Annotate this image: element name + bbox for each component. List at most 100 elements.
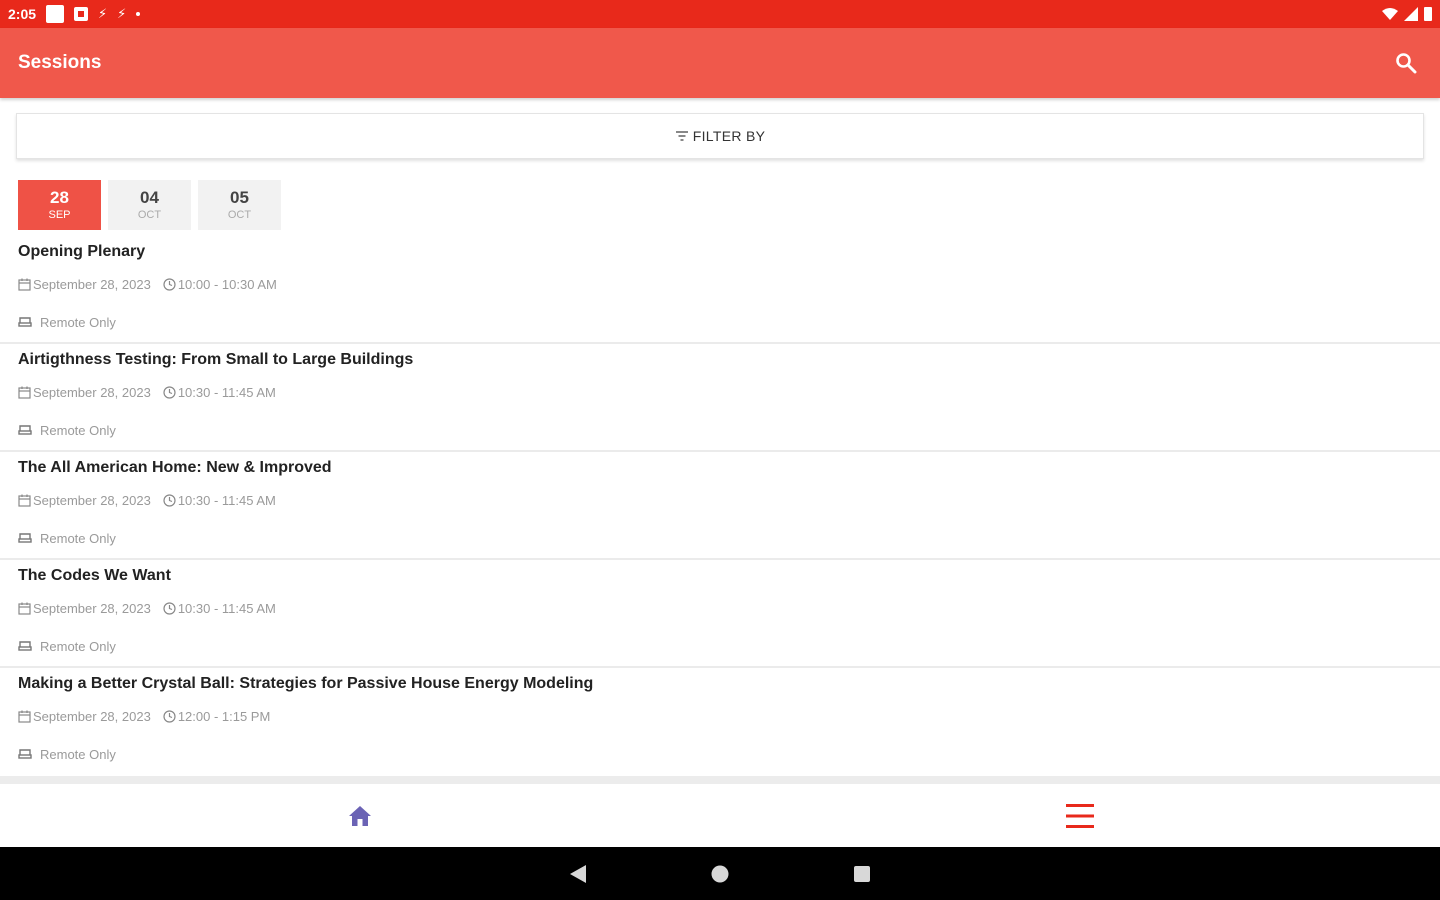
session-time: 10:30 - 11:45 AM [163,601,276,616]
date-tab-month: SEP [48,209,71,221]
session-location: Remote Only [18,421,1422,439]
bottom-navigation [0,784,1440,847]
signal-icon [1404,7,1418,21]
date-tab-oct-05[interactable]: 05 OCT [198,180,281,230]
wifi-icon [1382,8,1398,20]
session-location: Remote Only [18,745,1422,763]
session-title: Opening Plenary [18,243,146,260]
session-location: Remote Only [18,529,1422,547]
calendar-icon [18,386,31,399]
page-title: Sessions [18,52,102,73]
clock-icon [163,709,176,723]
menu-nav-button[interactable] [720,784,1440,847]
date-tab-month: OCT [227,209,252,221]
clock-icon [163,385,176,399]
seat-icon [18,749,32,759]
date-tab-day: 05 [230,188,249,207]
session-location: Remote Only [18,637,1422,655]
session-meta: September 28, 2023 10:30 - 11:45 AM [18,383,1422,401]
search-icon [1396,53,1417,74]
notification-mail-icon [74,7,89,21]
filter-by-button[interactable]: FILTER BY [16,113,1424,159]
session-item[interactable]: Making a Better Crystal Ball: Strategies… [0,668,1440,776]
session-item[interactable]: The Codes We Want September 28, 2023 10:… [0,560,1440,668]
session-date-text: September 28, 2023 [33,384,151,400]
notification-app-icon [46,5,65,23]
filter-icon [675,131,688,141]
session-location-text: Remote Only [40,422,116,438]
back-triangle-icon [570,864,586,883]
list-divider [0,776,1440,784]
back-button[interactable] [569,864,587,884]
session-time: 10:00 - 10:30 AM [163,277,277,292]
calendar-icon [18,602,31,615]
session-date-text: September 28, 2023 [33,708,151,724]
session-time: 10:30 - 11:45 AM [163,385,276,400]
session-date-text: September 28, 2023 [33,276,151,292]
session-item[interactable]: Airtigthness Testing: From Small to Larg… [0,344,1440,452]
session-time-text: 10:00 - 10:30 AM [177,276,277,292]
session-time-text: 10:30 - 11:45 AM [177,384,276,400]
date-tab-day: 04 [140,188,159,207]
date-tab-oct-04[interactable]: 04 OCT [108,180,191,230]
session-date: September 28, 2023 [18,709,151,724]
session-title: The Codes We Want [18,567,171,584]
clock-icon [163,277,176,291]
calendar-icon [18,278,31,291]
seat-icon [18,533,32,543]
session-date: September 28, 2023 [18,385,151,400]
date-tab-sep-28[interactable]: 28 SEP [18,180,101,230]
app-bar: Sessions [0,28,1440,98]
seat-icon [18,317,32,327]
session-meta: September 28, 2023 10:30 - 11:45 AM [18,491,1422,509]
session-date: September 28, 2023 [18,601,151,616]
recents-square-icon [854,865,870,882]
menu-icon [1066,803,1094,828]
date-tabs: 28 SEP 04 OCT 05 OCT [18,180,281,230]
session-title: Airtigthness Testing: From Small to Larg… [18,351,414,368]
home-system-button[interactable] [711,865,729,883]
session-location-text: Remote Only [40,314,116,330]
status-left: 2:05 ⚡ ⚡ [8,5,141,23]
recents-button[interactable] [853,865,871,883]
filter-by-label: FILTER BY [692,128,766,144]
session-date: September 28, 2023 [18,493,151,508]
session-location-text: Remote Only [40,746,116,762]
session-date-text: September 28, 2023 [33,492,151,508]
session-location: Remote Only [18,313,1422,331]
home-circle-icon [711,865,729,882]
session-meta: September 28, 2023 12:00 - 1:15 PM [18,707,1422,725]
session-item[interactable]: Opening Plenary September 28, 2023 10:00… [0,236,1440,344]
session-time-text: 12:00 - 1:15 PM [177,708,271,724]
session-date: September 28, 2023 [18,277,151,292]
session-meta: September 28, 2023 10:00 - 10:30 AM [18,275,1422,293]
clock-icon [163,601,176,615]
notification-dot-icon [136,12,141,16]
session-title: The All American Home: New & Improved [18,459,332,476]
session-time: 12:00 - 1:15 PM [163,708,271,724]
calendar-icon [18,494,31,507]
seat-icon [18,641,32,651]
search-button[interactable] [1390,47,1422,79]
status-time: 2:05 [8,6,37,22]
seat-icon [18,425,32,435]
session-meta: September 28, 2023 10:30 - 11:45 AM [18,599,1422,617]
calendar-icon [18,710,31,723]
clock-icon [163,493,176,507]
status-bar: 2:05 ⚡ ⚡ [0,0,1440,28]
session-title: Making a Better Crystal Ball: Strategies… [18,675,594,692]
notification-bolt-icon-2: ⚡ [117,6,127,21]
date-tab-month: OCT [137,209,162,221]
session-date-text: September 28, 2023 [33,600,151,616]
session-location-text: Remote Only [40,638,116,654]
home-icon [349,805,371,826]
session-location-text: Remote Only [40,530,116,546]
date-tab-day: 28 [50,188,69,207]
notification-bolt-icon: ⚡ [98,6,108,21]
home-nav-button[interactable] [0,784,720,847]
session-time-text: 10:30 - 11:45 AM [177,492,276,508]
session-item[interactable]: The All American Home: New & Improved Se… [0,452,1440,560]
session-time: 10:30 - 11:45 AM [163,493,276,508]
session-list: Opening Plenary September 28, 2023 10:00… [0,236,1440,776]
battery-icon [1424,7,1432,21]
